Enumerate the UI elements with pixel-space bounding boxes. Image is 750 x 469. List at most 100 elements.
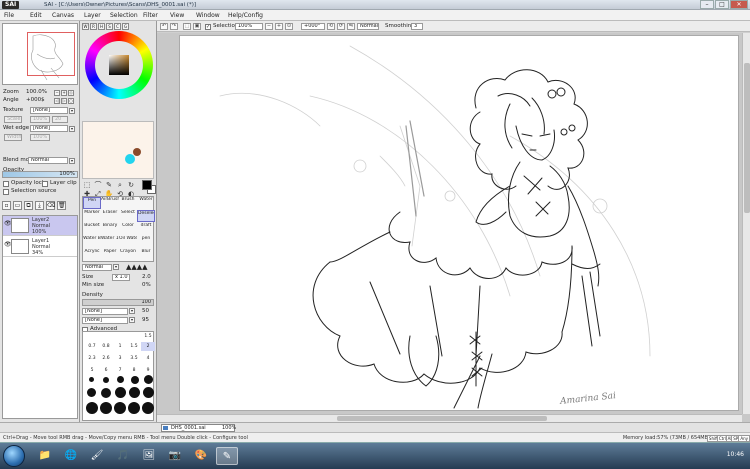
blend-mode-field[interactable]: Normal [357,23,379,30]
opacity-lock-checkbox[interactable] [3,181,9,187]
color-wheel-mode-button[interactable]: W [82,23,89,30]
brush-size-preset[interactable]: 1 [113,342,127,351]
layer-blend-dropdown-icon[interactable]: ▾ [69,158,75,164]
start-button[interactable] [3,445,25,467]
brush-size-dot[interactable] [128,402,140,414]
brush-size-dot[interactable] [100,402,112,414]
tool-water-b[interactable]: Water B [83,236,101,248]
brush-mode-select[interactable]: Normal [82,264,112,271]
brush-size-preset[interactable]: 2.6 [99,354,113,363]
menu-selection[interactable]: Selection [110,11,138,20]
brush-size-preset[interactable]: 0.7 [85,342,99,351]
menu-help-config[interactable]: Help/Config [228,11,263,20]
fg-bg-colors[interactable] [142,180,156,194]
hsv-mode-button[interactable]: H [98,23,105,30]
texture-select[interactable]: [None] [30,107,68,114]
brush-size-dot[interactable] [142,402,154,414]
angle-left-icon[interactable]: ◁ [54,98,60,104]
tool-airbrush[interactable]: AirBrush [101,197,119,209]
tool-eraser[interactable]: Eraser [101,210,119,222]
menu-filter[interactable]: Filter [143,11,158,20]
clear-layer-icon[interactable]: ⌫ [46,201,55,210]
new-layer-icon[interactable]: ▫ [2,201,11,210]
document-tab[interactable]: DHS_0001.sai 100% [161,424,236,432]
brush-size-preset[interactable]: 5 [85,366,99,375]
magic-wand-icon[interactable]: ✎ [104,181,114,189]
visibility-eye-icon[interactable]: 👁 [4,242,12,248]
delete-layer-icon[interactable]: 🗑 [57,201,66,210]
brush-texture-dropdown-icon[interactable]: ▾ [129,317,135,323]
close-button[interactable]: ✕ [730,0,748,9]
brush-texture-select[interactable]: [None] [82,317,128,324]
taskbar-music-icon[interactable]: 🎵 [112,447,134,465]
menu-edit[interactable]: Edit [30,11,42,20]
deselect-icon[interactable]: ⬚ [183,23,191,30]
lasso-icon[interactable]: ⌒ [93,181,103,189]
tool-oil-water[interactable]: Oil Water [119,236,137,248]
redo-icon[interactable]: ↷ [170,23,178,30]
brush-shape-dropdown-icon[interactable]: ▾ [129,308,135,314]
layer-blend-select[interactable]: Normal [28,157,68,164]
tool-bucket[interactable]: Bucket [83,223,101,235]
brush-size-dot[interactable] [87,388,96,397]
min-size-value[interactable]: 0% [142,282,151,289]
swatches-mode-button[interactable]: S [106,23,113,30]
rotation-field[interactable]: +000° [301,23,325,30]
taskbar-clock[interactable]: 10:46 [727,451,744,459]
taskbar-browser-icon[interactable]: 🌐 [60,447,82,465]
brush-size-preset[interactable]: 0.8 [99,342,113,351]
visibility-eye-icon[interactable]: 👁 [4,221,12,227]
brush-size-preset[interactable]: 3.5 [127,354,141,363]
minimize-button[interactable]: – [700,0,714,9]
rgb-mode-button[interactable]: R [90,23,97,30]
zoom-field[interactable]: 100% [235,23,263,30]
brush-size-value[interactable]: 2.0 [142,274,151,281]
menu-canvas[interactable]: Canvas [52,11,74,20]
wet-edge-dropdown-icon[interactable]: ▾ [69,126,75,132]
taskbar-image-icon[interactable]: 🖼 [138,447,160,465]
gradient-mode-button[interactable]: G [122,23,129,30]
brush-size-dot[interactable] [101,388,111,398]
brush-size-dot[interactable] [129,387,140,398]
color-wheel[interactable] [85,31,153,99]
taskbar-paint-icon[interactable]: 🖌 [86,447,108,465]
angle-right-icon[interactable]: ▷ [61,98,67,104]
brush-size-preset[interactable]: 4 [141,354,155,363]
tool-paper[interactable]: Paper [101,249,119,261]
horizontal-scrollbar[interactable] [157,414,742,422]
tool-pen-custom[interactable]: pen [137,236,155,248]
layer-row[interactable]: 👁 Layer1 Normal 34% [3,237,77,257]
brush-size-preset[interactable]: 1.5 [141,332,155,341]
layer-row[interactable]: 👁 Layer2 Normal 100% [3,216,77,236]
brush-size-dot[interactable] [89,377,94,382]
tool-select[interactable]: Select [119,210,137,222]
brush-size-preset[interactable]: 2.3 [85,354,99,363]
layer-clip-checkbox[interactable] [42,181,48,187]
brush-mode-dropdown-icon[interactable]: ▾ [113,264,119,270]
taskbar-sai-icon[interactable]: ✎ [216,447,238,465]
rotate-left-icon[interactable]: ⟲ [327,23,335,30]
brush-size-dot[interactable] [115,387,126,398]
selection-checkbox[interactable]: ✓ [205,24,211,30]
flip-icon[interactable]: ⇋ [347,23,355,30]
selection-source-checkbox[interactable] [3,189,9,195]
copy-layer-icon[interactable]: ⧉ [24,201,33,210]
brush-size-dot[interactable] [103,377,109,383]
tool-color[interactable]: Color [119,223,137,235]
navigator-view-frame[interactable] [27,32,75,76]
tool-marker[interactable]: Marker [83,210,101,222]
new-folder-icon[interactable]: ▭ [13,201,22,210]
brush-texture-strength[interactable]: 95 [142,317,149,324]
vertical-scrollbar[interactable] [742,33,750,414]
horizontal-scroll-thumb[interactable] [337,416,547,421]
zoom-out-icon[interactable]: − [265,23,273,30]
menu-layer[interactable]: Layer [84,11,101,20]
vertical-scroll-thumb[interactable] [744,63,750,213]
color-scratchpad[interactable] [82,121,154,179]
rotate-right-icon[interactable]: ⟳ [337,23,345,30]
brush-size-preset[interactable]: 6 [99,366,113,375]
tool-brush[interactable]: Brush [119,197,137,209]
zoom-tool-icon[interactable]: ⌕ [115,181,125,189]
rotate-tool-icon[interactable]: ↻ [126,181,136,189]
brush-size-dot[interactable] [114,402,126,414]
